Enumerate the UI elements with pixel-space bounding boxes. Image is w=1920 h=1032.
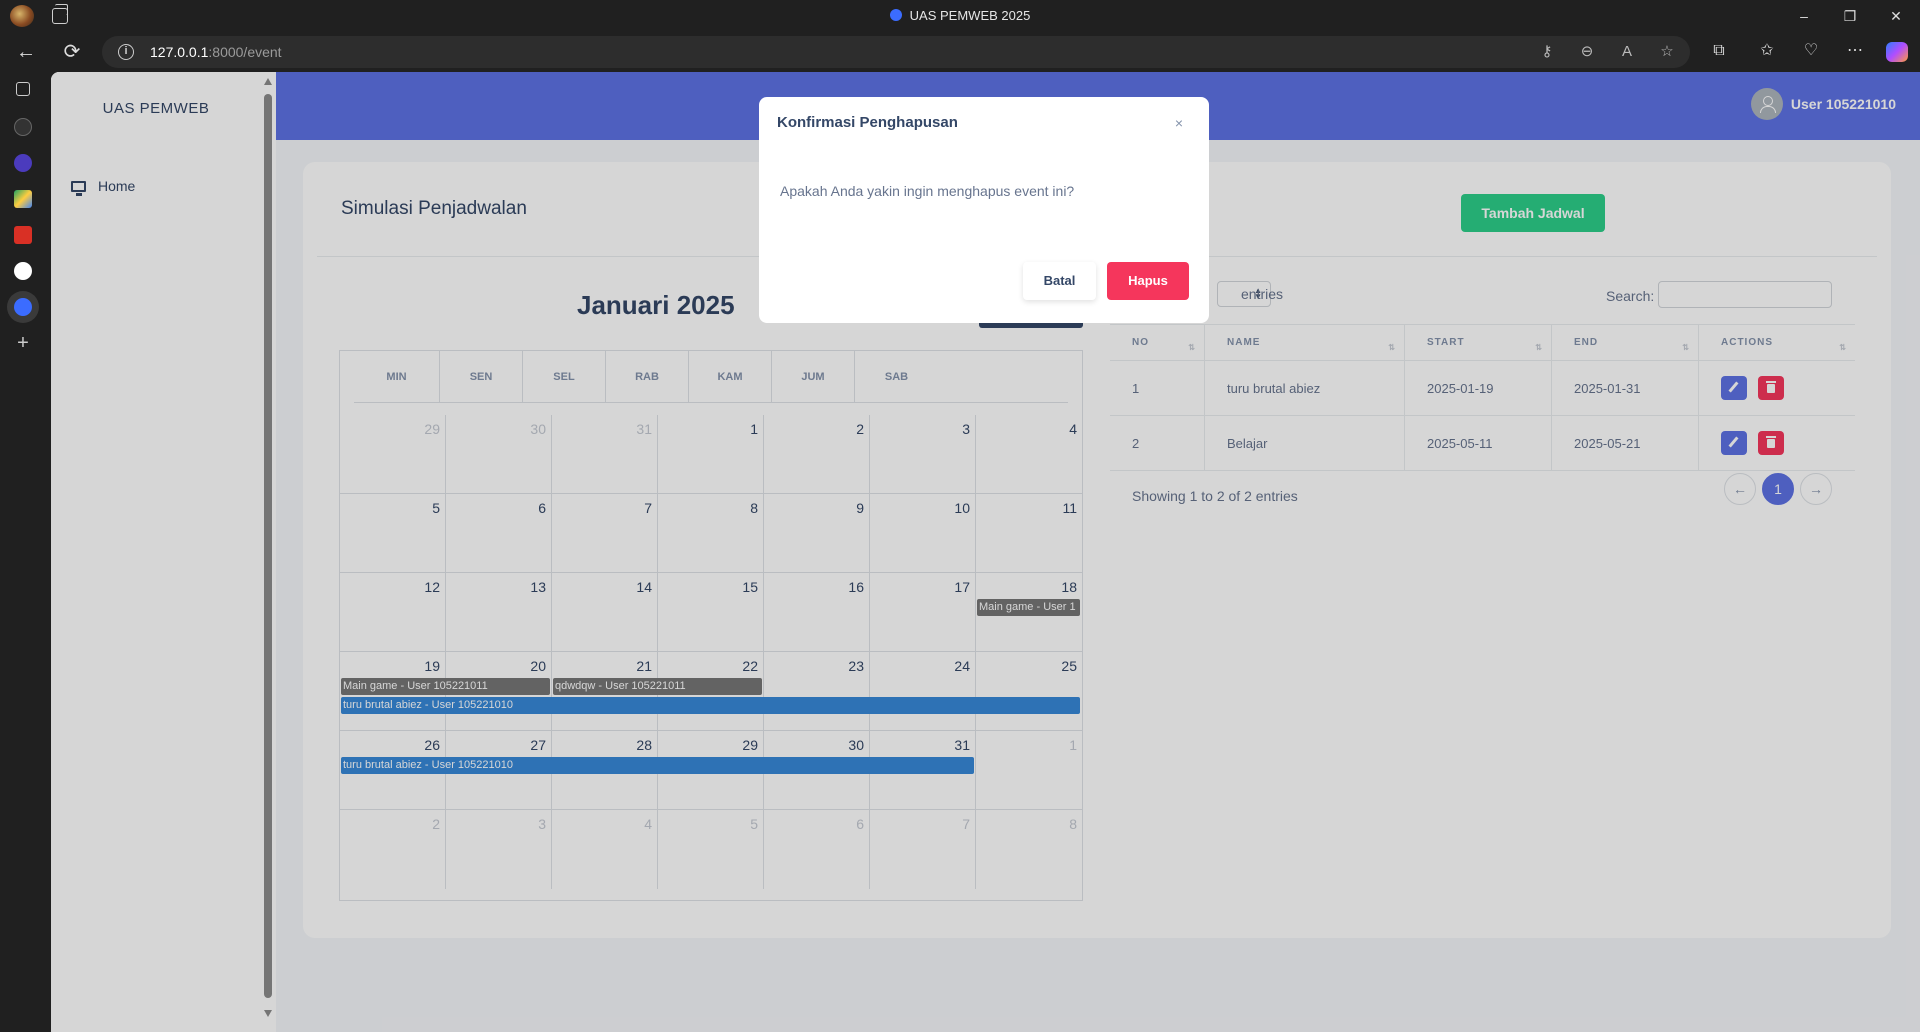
- tabs-panel-icon[interactable]: [16, 82, 30, 96]
- more-menu-icon[interactable]: ⋯: [1844, 40, 1866, 62]
- browser-sidebar: +: [0, 72, 46, 1032]
- cancel-button[interactable]: Batal: [1023, 262, 1096, 300]
- confirm-delete-button[interactable]: Hapus: [1107, 262, 1189, 300]
- modal-title: Konfirmasi Penghapusan: [777, 114, 958, 131]
- zoom-out-icon[interactable]: ⊖: [1578, 43, 1596, 61]
- pdf-icon[interactable]: [14, 226, 32, 244]
- close-window-button[interactable]: ✕: [1882, 4, 1910, 28]
- page-viewport: UAS PEMWEB Home User 105221010 Simulasi …: [51, 72, 1920, 1032]
- google-drive-icon[interactable]: [14, 190, 32, 208]
- window-title: UAS PEMWEB 2025: [0, 8, 1920, 23]
- back-icon[interactable]: ←: [14, 40, 38, 64]
- url-path: :8000/event: [208, 44, 282, 60]
- app-icon[interactable]: [14, 154, 32, 172]
- favorites-icon[interactable]: ✩: [1756, 40, 1778, 62]
- add-icon[interactable]: +: [14, 333, 32, 353]
- copilot-icon[interactable]: [1886, 42, 1908, 62]
- extensions-icon[interactable]: ⧉: [1708, 40, 1730, 62]
- notion-icon[interactable]: [14, 118, 32, 136]
- minimize-button[interactable]: –: [1790, 4, 1818, 28]
- read-aloud-icon[interactable]: A: [1618, 43, 1636, 61]
- close-icon[interactable]: ×: [1175, 115, 1183, 131]
- url-host: 127.0.0.1: [150, 44, 209, 60]
- site-info-icon[interactable]: i: [118, 44, 134, 60]
- browser-essentials-icon[interactable]: ♡: [1800, 40, 1822, 62]
- modal-message: Apakah Anda yakin ingin menghapus event …: [780, 183, 1075, 199]
- url-field[interactable]: i 127.0.0.1:8000/event ⚷ ⊖ A ☆: [102, 36, 1690, 68]
- active-site-icon[interactable]: [14, 298, 32, 316]
- address-bar-row: ← ⟳ i 127.0.0.1:8000/event ⚷ ⊖ A ☆: [0, 32, 1920, 72]
- triangle-app-icon[interactable]: [14, 262, 32, 280]
- favorite-star-icon[interactable]: ☆: [1658, 43, 1676, 61]
- restore-button[interactable]: ❐: [1836, 4, 1864, 28]
- delete-confirm-modal: Konfirmasi Penghapusan × Apakah Anda yak…: [759, 97, 1209, 323]
- refresh-icon[interactable]: ⟳: [60, 40, 84, 64]
- key-icon[interactable]: ⚷: [1538, 43, 1556, 61]
- browser-titlebar: UAS PEMWEB 2025 – ❐ ✕: [0, 0, 1920, 32]
- site-favicon-icon: [889, 9, 902, 21]
